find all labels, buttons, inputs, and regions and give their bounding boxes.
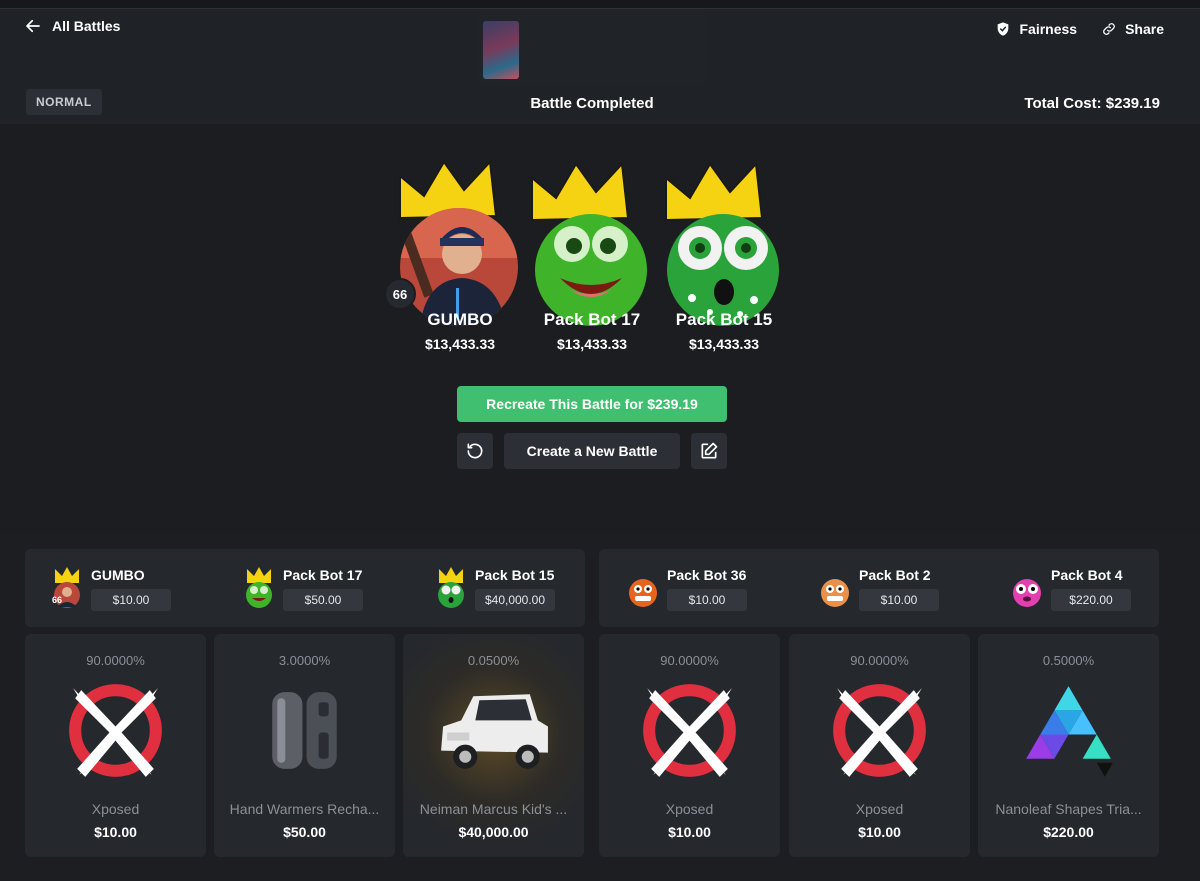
orange-face-avatar [821,579,849,607]
arrow-left-icon [26,19,40,33]
team-player-value: $220.00 [1051,589,1131,611]
avatar-with-crown [438,567,464,608]
player-name: GUMBO [427,310,493,329]
total-cost: Total Cost: $239.19 [1024,95,1160,112]
battle-status: Battle Completed [530,95,654,112]
hand-warmer-image [272,692,337,769]
team-player-level: 66 [52,595,63,605]
team-player-value: $40,000.00 [475,589,555,611]
item-price: $220.00 [1043,824,1094,840]
xposed-logo [55,670,176,791]
item-name: Xposed [665,801,714,817]
xposed-logo [819,670,940,791]
player-winnings: $13,433.33 [688,336,760,352]
team-player-name: GUMBO [91,567,145,583]
case-thumbnail-strip [477,15,707,85]
replay-icon [467,443,483,459]
player-level-badge: 66 [384,278,416,310]
item-chance: 90.0000% [660,653,719,668]
battle-header: All Battles Fairness Share NORMAL Battle… [0,9,1200,124]
item-chance: 90.0000% [850,653,909,668]
team-player-value: $10.00 [91,589,171,611]
item-price: $10.00 [668,824,711,840]
item-card[interactable]: 90.0000% Xposed $10.00 [599,634,780,857]
item-chance: 0.0500% [467,653,520,668]
replay-button[interactable] [457,433,493,469]
edit-battle-button[interactable] [691,433,727,469]
team-player[interactable]: 66 GUMBO $10.00 [51,561,231,613]
item-card[interactable]: 0.5000% Nanoleaf Shapes Tria... $220.00 [978,634,1159,857]
avatar-with-crown [246,567,272,608]
back-label: All Battles [52,18,121,34]
link-icon [1103,23,1115,35]
team-player-name: Pack Bot 2 [859,567,931,583]
team-player[interactable]: Pack Bot 36 $10.00 [627,561,807,613]
pink-monster-avatar [1013,579,1041,607]
player-winnings: $13,433.33 [556,336,628,352]
item-price: $10.00 [94,824,137,840]
winners-stage: 66 GUMBO $13,433.33 Pack Bot 17 $13,433.… [0,124,1200,534]
item-price: $10.00 [858,824,901,840]
team-player-name: Pack Bot 36 [667,567,747,583]
team-player-name: Pack Bot 4 [1051,567,1123,583]
recreate-battle-button[interactable]: Recreate This Battle for $239.19 [457,386,727,422]
team-player-name: Pack Bot 15 [475,567,555,583]
team-player-value: $50.00 [283,589,363,611]
battle-results: 66 GUMBO $10.00 Pack Bot 17 $50.00 Pack … [0,534,1200,881]
item-price: $50.00 [283,824,326,840]
toy-car-image [441,694,548,769]
player-name: Pack Bot 15 [675,310,773,329]
team-player[interactable]: Pack Bot 15 $40,000.00 [435,561,615,613]
share-label: Share [1125,21,1164,37]
team-player[interactable]: Pack Bot 17 $50.00 [243,561,423,613]
team-panel-1: 66 GUMBO $10.00 Pack Bot 17 $50.00 Pack … [25,549,585,627]
team-panel-2: Pack Bot 36 $10.00 Pack Bot 2 $10.00 Pac… [599,549,1159,627]
item-card[interactable]: 0.0500% Neiman Marcus Kid's ... $40,000.… [403,634,584,857]
item-name: Xposed [855,801,904,817]
team-player[interactable]: Pack Bot 4 $220.00 [1011,561,1191,613]
item-chance: 90.0000% [86,653,145,668]
fairness-label: Fairness [1019,21,1078,37]
item-chance: 3.0000% [278,653,331,668]
team-player-value: $10.00 [859,589,939,611]
item-card[interactable]: 90.0000% Xposed $10.00 [25,634,206,857]
team-player[interactable]: Pack Bot 2 $10.00 [819,561,999,613]
create-new-battle-button[interactable]: Create a New Battle [504,433,680,469]
avatar [400,208,518,326]
orange-face-avatar [629,579,657,607]
item-price: $40,000.00 [458,824,529,840]
item-chance: 0.5000% [1042,653,1095,668]
edit-icon [701,442,718,459]
xposed-logo [629,670,750,791]
item-name: Nanoleaf Shapes Tria... [995,801,1142,817]
item-name: Xposed [91,801,140,817]
frog-avatar [535,214,647,326]
fairness-button[interactable]: Fairness [995,21,1077,37]
team-player-name: Pack Bot 17 [283,567,363,583]
nanoleaf-light-panels-image [1026,686,1113,777]
top-border [0,0,1200,9]
monster-avatar [667,214,779,326]
item-name: Neiman Marcus Kid's ... [419,801,568,817]
team-player-value: $10.00 [667,589,747,611]
player-winnings: $13,433.33 [424,336,496,352]
share-button[interactable]: Share [1101,21,1164,37]
shield-check-icon [998,22,1009,36]
case-thumbnail[interactable] [483,21,519,79]
item-card[interactable]: 3.0000% Hand Warmers Recha... $50.00 [214,634,395,857]
back-to-battles-link[interactable]: All Battles [24,17,120,35]
player-name: Pack Bot 17 [543,310,641,329]
item-card[interactable]: 90.0000% Xposed $10.00 [789,634,970,857]
item-name: Hand Warmers Recha... [229,801,380,817]
